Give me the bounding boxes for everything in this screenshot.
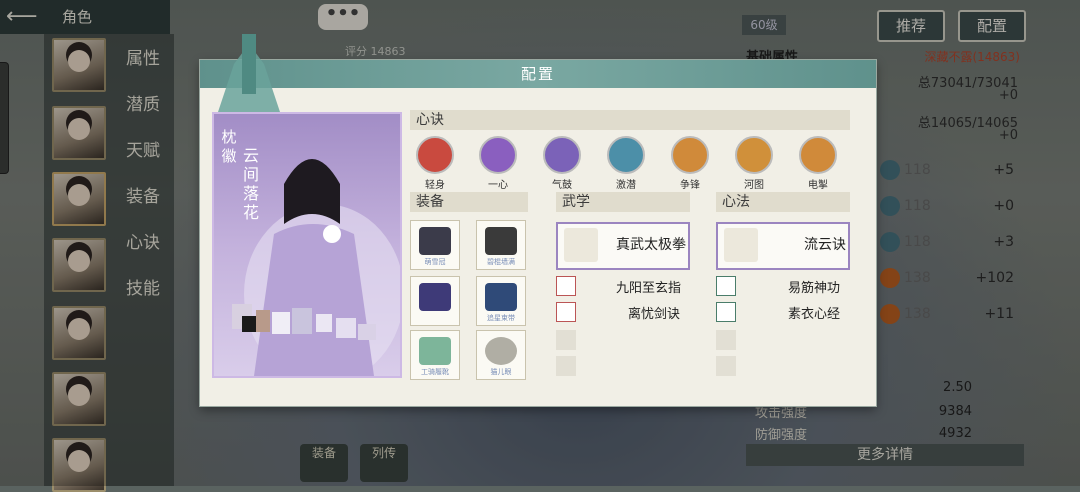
skill-label: 激潜 <box>616 180 636 191</box>
skill-label: 电掣 <box>808 180 828 191</box>
headgear-icon <box>419 227 451 255</box>
jiqian-icon <box>607 136 645 174</box>
equip-slot-armor[interactable] <box>410 276 460 326</box>
gem-icon <box>485 337 517 365</box>
skill-qigu[interactable]: 气鼓 <box>537 136 587 191</box>
section-label: 心法 <box>722 194 750 210</box>
meditation-icon <box>724 228 758 262</box>
section-label: 武学 <box>562 194 590 210</box>
xinfa-item[interactable]: 素衣心经 <box>788 303 840 322</box>
equip-tag: 猫儿眼 <box>490 368 512 376</box>
dianche-icon <box>799 136 837 174</box>
equip-slot-weapon[interactable]: 碧棍墙满 <box>476 220 526 270</box>
xinjue-header: 心诀 <box>410 110 850 130</box>
skill-dianche[interactable]: 电掣 <box>793 136 843 191</box>
zhengfeng-icon <box>671 136 709 174</box>
equip-tag: 碧棍墙满 <box>487 258 515 266</box>
xinfa-item[interactable]: 易筋神功 <box>788 277 840 296</box>
character-name: 枕徽 <box>221 128 237 165</box>
equip-slot-boots[interactable]: 工骑履靴 <box>410 330 460 380</box>
skill-label: 河图 <box>744 180 764 191</box>
yixin-icon <box>479 136 517 174</box>
armor-icon <box>419 283 451 311</box>
meditation-icon <box>716 302 736 322</box>
empty-slot[interactable] <box>716 356 736 376</box>
wuxue-item[interactable]: 九阳至玄指 <box>616 277 681 296</box>
section-label: 装备 <box>416 194 444 210</box>
wuxue-item[interactable]: 离忧剑诀 <box>628 303 680 322</box>
wuxue-main-label: 真武太极拳 <box>616 237 686 253</box>
xinfa-header: 心法 <box>716 192 850 212</box>
belt-icon <box>485 283 517 311</box>
skill-label: 轻身 <box>425 180 445 191</box>
skill-zhengfeng[interactable]: 争锋 <box>665 136 715 191</box>
character-title: 云间落花 <box>242 146 259 222</box>
equip-tag: 工骑履靴 <box>421 368 449 376</box>
equip-slot-belt[interactable]: 追星束带 <box>476 276 526 326</box>
martial-figure-icon <box>556 302 576 322</box>
skill-hetu[interactable]: 河图 <box>729 136 779 191</box>
qigu-icon <box>543 136 581 174</box>
martial-figure-icon <box>556 276 576 296</box>
weapon-icon <box>485 227 517 255</box>
skill-jiqian[interactable]: 激潜 <box>601 136 651 191</box>
character-card[interactable]: 枕徽 云间落花 <box>212 112 402 378</box>
pixelated-text <box>232 304 376 340</box>
meditation-icon <box>716 276 736 296</box>
martial-figure-icon <box>564 228 598 262</box>
xinfa-main-slot[interactable]: 流云诀 <box>716 222 850 270</box>
skill-qingshen[interactable]: 轻身 <box>410 136 460 191</box>
wuxue-header: 武学 <box>556 192 690 212</box>
equip-tag: 追星束带 <box>487 314 515 322</box>
boots-icon <box>419 337 451 365</box>
xinfa-main-label: 流云诀 <box>804 237 846 253</box>
section-label: 心诀 <box>416 112 444 128</box>
skill-label: 一心 <box>488 180 508 191</box>
empty-slot[interactable] <box>556 356 576 376</box>
qingshen-icon <box>416 136 454 174</box>
config-modal: 配置 枕徽 云间落花 心诀 轻身 一心 气鼓 激潜 争锋 河图 电掣 装备 萌雪… <box>200 34 876 406</box>
equipment-header: 装备 <box>410 192 528 212</box>
hetu-icon <box>735 136 773 174</box>
skill-label: 气鼓 <box>552 180 572 191</box>
equip-slot-head[interactable]: 萌雪冠 <box>410 220 460 270</box>
equip-tag: 萌雪冠 <box>424 258 446 266</box>
skill-label: 争锋 <box>680 180 700 191</box>
empty-slot[interactable] <box>716 330 736 350</box>
skill-yixin[interactable]: 一心 <box>473 136 523 191</box>
empty-slot[interactable] <box>556 330 576 350</box>
wuxue-main-slot[interactable]: 真武太极拳 <box>556 222 690 270</box>
equip-slot-accessory[interactable]: 猫儿眼 <box>476 330 526 380</box>
